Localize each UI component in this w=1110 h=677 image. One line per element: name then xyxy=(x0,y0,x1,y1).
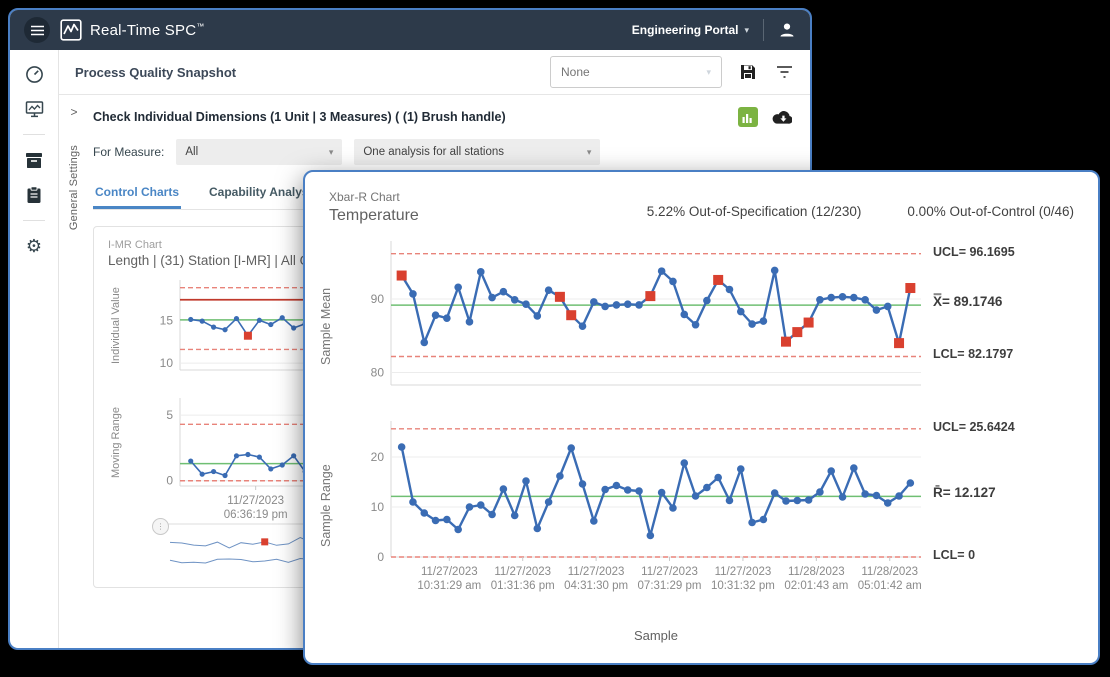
user-icon xyxy=(778,21,796,39)
svg-text:06:36:19 pm: 06:36:19 pm xyxy=(224,509,288,521)
xbar-chart-kind-label: Xbar-R Chart xyxy=(329,190,419,204)
xbar-chart-title: Temperature xyxy=(329,207,419,225)
archive-box-icon xyxy=(25,152,43,169)
svg-text:5: 5 xyxy=(166,408,173,422)
portal-dropdown[interactable]: Engineering Portal ▾ xyxy=(632,23,749,37)
svg-text:11/28/2023: 11/28/2023 xyxy=(861,566,918,578)
control-limit-labels: UCL= 96.1695 X̿= 89.1746 LCL= 82.1797 UCL= … xyxy=(933,233,1083,651)
svg-text:11/27/2023: 11/27/2023 xyxy=(227,495,284,507)
bar-chart-icon xyxy=(742,112,754,123)
save-icon xyxy=(739,63,757,81)
for-measure-label: For Measure: xyxy=(93,145,164,159)
svg-text:05:01:42 am: 05:01:42 am xyxy=(858,580,922,592)
header-divider xyxy=(763,19,764,41)
spc-logo-icon xyxy=(60,19,82,41)
xbar-charts-area: Sample Mean Sample Range 80 90 0 10 20 11/27… xyxy=(319,233,1084,651)
svg-text:11/27/2023: 11/27/2023 xyxy=(715,566,772,578)
sample-mean-axis-title: Sample Mean xyxy=(319,261,333,391)
svg-text:10:31:29 am: 10:31:29 am xyxy=(417,580,481,592)
hamburger-icon xyxy=(31,25,44,36)
svg-text:80: 80 xyxy=(371,366,385,380)
svg-text:20: 20 xyxy=(371,450,385,464)
svg-text:11/27/2023: 11/27/2023 xyxy=(494,566,551,578)
sample-mean-chart: 80 90 xyxy=(345,233,925,403)
trademark: ™ xyxy=(196,22,204,31)
export-button[interactable] xyxy=(772,107,792,127)
monitor-chart-icon xyxy=(25,100,44,118)
individual-value-axis-title: Individual Value xyxy=(110,280,122,372)
filter-icon xyxy=(776,65,793,79)
sidebar-item-archive[interactable] xyxy=(24,150,44,170)
sidebar-divider xyxy=(23,220,45,221)
mean-lcl-label: LCL= 82.1797 xyxy=(933,347,1013,361)
save-button[interactable] xyxy=(738,62,758,82)
chevron-down-icon: ▾ xyxy=(587,147,592,158)
measure-value: All xyxy=(185,146,198,158)
chevron-down-icon: ▾ xyxy=(706,67,711,78)
svg-text:11/27/2023: 11/27/2023 xyxy=(641,566,698,578)
sidebar-item-settings[interactable]: ⚙ xyxy=(24,236,44,256)
navigator-handle[interactable]: ⋮ xyxy=(152,518,169,535)
analysis-chart-button[interactable] xyxy=(738,107,758,127)
expand-panel-chevron[interactable]: > xyxy=(70,105,77,119)
user-account-button[interactable] xyxy=(778,21,796,39)
moving-range-axis-title: Moving Range xyxy=(110,398,122,488)
svg-text:02:01:43 am: 02:01:43 am xyxy=(784,580,848,592)
chevron-down-icon: ▾ xyxy=(329,147,334,158)
gauge-icon xyxy=(25,65,44,84)
out-of-control-stat: 0.00% Out-of-Control (0/46) xyxy=(907,204,1074,219)
svg-text:11/27/2023: 11/27/2023 xyxy=(568,566,625,578)
svg-text:90: 90 xyxy=(371,292,385,306)
sidebar-item-monitoring[interactable] xyxy=(24,99,44,119)
svg-text:11/28/2023: 11/28/2023 xyxy=(788,566,845,578)
page-toolbar: Process Quality Snapshot None ▾ xyxy=(59,50,810,95)
portal-label: Engineering Portal xyxy=(632,23,739,37)
svg-text:10: 10 xyxy=(160,356,174,370)
svg-text:04:31:30 pm: 04:31:30 pm xyxy=(564,580,628,592)
app-logo: Real-Time SPC™ xyxy=(60,19,204,41)
gear-icon: ⚙ xyxy=(26,237,42,255)
svg-text:10:31:32 pm: 10:31:32 pm xyxy=(711,580,775,592)
xbar-r-chart-window: Xbar-R Chart Temperature 5.22% Out-of-Sp… xyxy=(303,170,1100,665)
range-ucl-label: UCL= 25.6424 xyxy=(933,420,1015,434)
range-lcl-label: LCL= 0 xyxy=(933,548,975,562)
chevron-down-icon: ▾ xyxy=(744,25,749,36)
analysis-scope-select[interactable]: One analysis for all stations ▾ xyxy=(354,139,600,165)
svg-text:11/27/2023: 11/27/2023 xyxy=(421,566,478,578)
mean-center-label: X̿= 89.1746 xyxy=(933,294,1002,309)
out-of-spec-stat: 5.22% Out-of-Specification (12/230) xyxy=(647,204,862,219)
analysis-scope-value: One analysis for all stations xyxy=(363,146,504,158)
snapshot-preset-select[interactable]: None ▾ xyxy=(550,56,722,88)
app-header: Real-Time SPC™ Engineering Portal ▾ xyxy=(10,10,810,50)
svg-text:01:31:36 pm: 01:31:36 pm xyxy=(491,580,555,592)
sidebar-item-tasks[interactable] xyxy=(24,185,44,205)
general-settings-label: General Settings xyxy=(68,145,80,230)
svg-text:0: 0 xyxy=(377,550,384,564)
svg-text:0: 0 xyxy=(166,474,173,488)
svg-text:07:31:29 pm: 07:31:29 pm xyxy=(638,580,702,592)
clipboard-icon xyxy=(26,186,42,204)
app-title: Real-Time SPC™ xyxy=(90,22,204,39)
sidebar-divider xyxy=(23,134,45,135)
sample-axis-title: Sample xyxy=(391,628,921,643)
section-title: Check Individual Dimensions (1 Unit | 3 … xyxy=(93,110,506,124)
measure-select[interactable]: All ▾ xyxy=(176,139,342,165)
page-title: Process Quality Snapshot xyxy=(75,65,236,80)
hamburger-menu-button[interactable] xyxy=(24,17,50,43)
general-settings-rail: > General Settings xyxy=(59,95,89,650)
preset-value: None xyxy=(561,65,590,79)
tab-control-charts[interactable]: Control Charts xyxy=(93,181,181,209)
cloud-download-icon xyxy=(772,109,792,125)
left-icon-sidebar: ⚙ xyxy=(10,50,59,650)
range-center-label: R̄= 12.127 xyxy=(933,485,996,500)
sample-range-axis-title: Sample Range xyxy=(319,441,333,571)
filter-button[interactable] xyxy=(774,62,794,82)
svg-text:10: 10 xyxy=(371,500,385,514)
sample-range-chart: 0 10 20 11/27/2023 10:31:29 am 11/27/2023 01:3… xyxy=(345,411,925,625)
sidebar-item-dashboard[interactable] xyxy=(24,64,44,84)
mean-ucl-label: UCL= 96.1695 xyxy=(933,245,1015,259)
svg-text:15: 15 xyxy=(160,313,174,327)
